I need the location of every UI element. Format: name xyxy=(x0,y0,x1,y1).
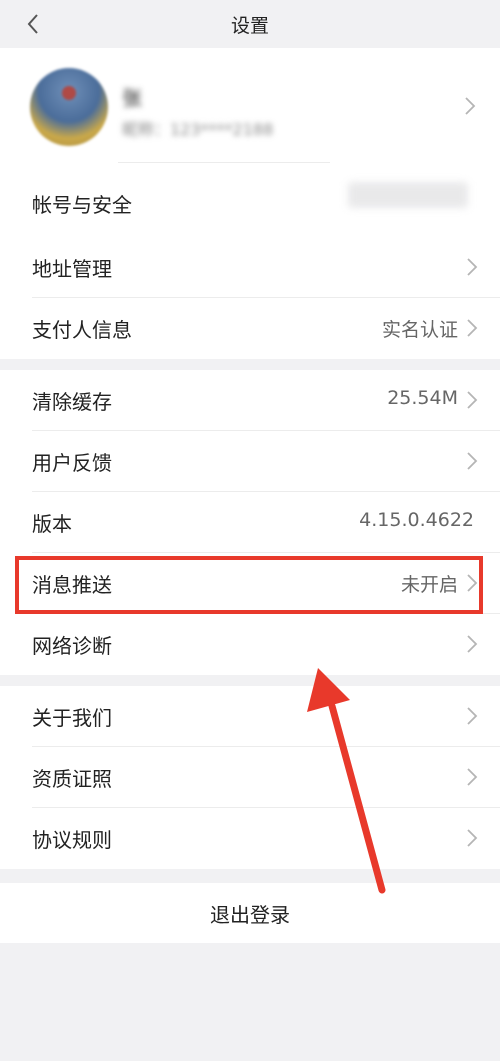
logout-label: 退出登录 xyxy=(210,903,290,927)
chevron-right-icon xyxy=(466,573,478,593)
list-item-label: 版本 xyxy=(32,512,72,536)
chevron-right-icon xyxy=(466,767,478,787)
account-blurred-value xyxy=(348,182,468,208)
navigation-bar: 设置 xyxy=(0,0,500,48)
list-item-label: 资质证照 xyxy=(32,767,112,791)
profile-card: 张 昵称：123****2188 帐号与安全 xyxy=(0,48,500,238)
list-item-label: 支付人信息 xyxy=(32,318,132,342)
list-item-label: 地址管理 xyxy=(32,257,112,281)
profile-subtitle: 昵称：123****2188 xyxy=(122,120,274,139)
list-item-label: 网络诊断 xyxy=(32,634,112,658)
list-item-qualifications[interactable]: 资质证照 xyxy=(0,747,500,808)
list-item-network-diagnosis[interactable]: 网络诊断 xyxy=(0,614,500,675)
list-item-clear-cache[interactable]: 清除缓存 25.54M xyxy=(0,370,500,431)
list-item-feedback[interactable]: 用户反馈 xyxy=(0,431,500,492)
chevron-right-icon xyxy=(466,390,478,410)
list-item-value: 25.54M xyxy=(387,387,458,409)
list-item-label: 协议规则 xyxy=(32,828,112,852)
list-item-value: 未开启 xyxy=(400,574,458,596)
chevron-right-icon xyxy=(466,451,478,471)
list-item-payer-info[interactable]: 支付人信息 实名认证 xyxy=(0,298,500,359)
divider xyxy=(118,162,330,163)
account-security-row[interactable]: 帐号与安全 xyxy=(0,168,500,238)
list-item-value: 4.15.0.4622 xyxy=(359,509,474,531)
chevron-right-icon xyxy=(466,828,478,848)
list-item-push-notification[interactable]: 消息推送 未开启 xyxy=(0,553,500,614)
chevron-right-icon[interactable] xyxy=(464,96,476,116)
list-item-value: 实名认证 xyxy=(381,319,458,341)
list-item-version: 版本 4.15.0.4622 xyxy=(0,492,500,553)
list-item-agreement-rules[interactable]: 协议规则 xyxy=(0,808,500,869)
chevron-right-icon xyxy=(466,257,478,277)
list-item-label: 用户反馈 xyxy=(32,451,112,475)
profile-name: 张 xyxy=(122,86,142,110)
avatar[interactable] xyxy=(30,68,108,146)
logout-button[interactable]: 退出登录 xyxy=(0,883,500,943)
page-title: 设置 xyxy=(230,15,269,37)
list-item-address[interactable]: 地址管理 xyxy=(0,237,500,298)
list-item-label: 清除缓存 xyxy=(32,390,112,414)
list-item-label: 关于我们 xyxy=(32,706,112,730)
chevron-right-icon xyxy=(466,318,478,338)
account-security-label: 帐号与安全 xyxy=(32,193,132,217)
chevron-right-icon xyxy=(466,706,478,726)
list-item-about-us[interactable]: 关于我们 xyxy=(0,686,500,747)
chevron-right-icon xyxy=(466,634,478,654)
list-item-label: 消息推送 xyxy=(32,573,112,597)
